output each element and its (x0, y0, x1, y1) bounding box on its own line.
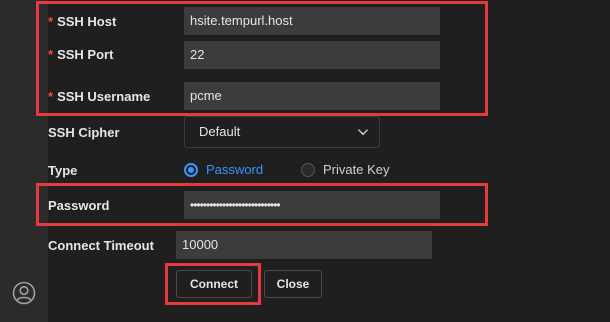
ssh-username-label: * SSH Username (48, 89, 151, 104)
connect-timeout-label: Connect Timeout (48, 238, 154, 253)
password-input[interactable]: •••••••••••••••••••••••••••• (184, 191, 440, 219)
radio-password-label: Password (206, 162, 264, 177)
required-mark: * (48, 47, 54, 62)
radio-private-key[interactable]: Private Key (301, 162, 389, 177)
ssh-cipher-value: Default (199, 124, 241, 139)
close-button[interactable]: Close (264, 270, 322, 298)
ssh-port-input[interactable]: 22 (184, 41, 440, 69)
chevron-down-icon (358, 129, 368, 136)
account-icon[interactable] (12, 281, 36, 305)
ssh-host-label: * SSH Host (48, 14, 117, 29)
ssh-cipher-label: SSH Cipher (48, 125, 120, 140)
radio-private-key-label: Private Key (323, 162, 390, 177)
ssh-cipher-select[interactable]: Default (184, 116, 380, 148)
radio-button[interactable] (184, 162, 198, 177)
radio-password[interactable]: Password (184, 162, 263, 177)
activity-bar (0, 0, 48, 322)
password-label: Password (48, 198, 110, 213)
radio-button[interactable] (301, 162, 315, 177)
ssh-username-input[interactable]: pcme (184, 82, 440, 110)
required-mark: * (48, 89, 54, 104)
connect-button[interactable]: Connect (176, 270, 252, 298)
connect-timeout-input[interactable]: 10000 (176, 231, 432, 259)
type-label: Type (48, 163, 78, 178)
ssh-host-input[interactable]: hsite.tempurl.host (184, 7, 440, 35)
ssh-port-label: * SSH Port (48, 47, 114, 62)
required-mark: * (48, 14, 54, 29)
